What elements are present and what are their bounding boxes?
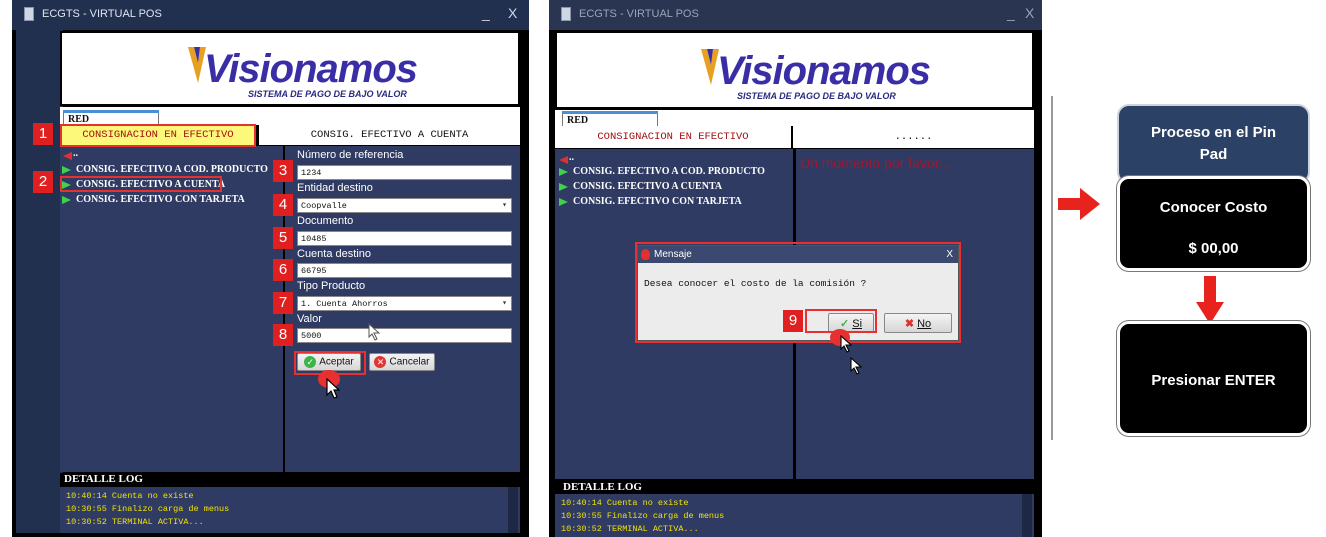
log-line: 10:40:14 Cuenta no existe	[66, 491, 194, 501]
tab-strip: RED COOPCENTRAL	[555, 110, 1034, 137]
pinpad-cost-title: Conocer Costo	[1159, 199, 1268, 216]
logo-tagline: SISTEMA DE PAGO DE BAJO VALOR	[737, 91, 896, 101]
logo-tagline: SISTEMA DE PAGO DE BAJO VALOR	[248, 89, 407, 99]
step-badge-1: 1	[33, 123, 53, 145]
green-arrow-icon	[559, 167, 568, 176]
section-header-left: CONSIGNACION EN EFECTIVO	[555, 126, 791, 148]
window-title: ECGTS - VIRTUAL POS	[42, 8, 162, 20]
menu-item-cod-producto[interactable]: CONSIG. EFECTIVO A COD. PRODUCTO	[62, 164, 268, 175]
back-arrow-icon[interactable]	[559, 156, 568, 164]
highlight-menu-cuenta	[60, 176, 222, 192]
log-line: 10:30:55 Finalizo carga de menus	[561, 511, 725, 521]
menu-back[interactable]: ..	[73, 148, 78, 159]
mouse-cursor-icon	[368, 323, 380, 341]
step-badge-3: 3	[273, 160, 293, 182]
tab-strip: RED COOPCENTRAL	[60, 107, 520, 136]
pinpad-cost-screen: Conocer Costo $ 00,00	[1117, 176, 1310, 271]
menu-item-tarjeta[interactable]: CONSIG. EFECTIVO CON TARJETA	[559, 196, 742, 207]
window-title: ECGTS - VIRTUAL POS	[579, 8, 699, 20]
entity-label: Entidad destino	[297, 182, 373, 194]
step-badge-2: 2	[33, 171, 53, 193]
tab-red-coopcentral[interactable]: RED COOPCENTRAL	[63, 110, 159, 136]
mouse-cursor-icon	[840, 335, 852, 353]
ref-input[interactable]: 1234	[297, 165, 512, 180]
account-input[interactable]: 66795	[297, 263, 512, 278]
highlight-header	[60, 124, 256, 147]
doc-label: Documento	[297, 215, 354, 227]
log-line: 10:30:52 TERMINAL ACTIVA...	[561, 524, 699, 534]
window-titlebar[interactable]: ECGTS - VIRTUAL POS _ X	[12, 0, 529, 30]
step-badge-5: 5	[273, 227, 293, 249]
log-scrollbar[interactable]	[508, 487, 518, 533]
log-scrollbar[interactable]	[1022, 494, 1032, 537]
ref-label: Número de referencia	[297, 149, 404, 161]
flow-arrow-right-icon	[1058, 188, 1100, 220]
step-badge-7: 7	[273, 292, 293, 314]
section-header-right: ......	[793, 126, 1034, 148]
entity-select[interactable]: Coopvalle	[297, 198, 512, 213]
pos-window-1: ECGTS - VIRTUAL POS _ X Visionamos SISTE…	[12, 0, 529, 537]
product-select[interactable]: 1. Cuenta Ahorros	[297, 296, 512, 311]
account-label: Cuenta destino	[297, 248, 371, 260]
pinpad-enter-text: Presionar ENTER	[1151, 372, 1276, 389]
mouse-cursor-icon	[850, 357, 862, 375]
menu-back[interactable]: ..	[569, 152, 574, 163]
step-badge-9: 9	[783, 310, 803, 332]
doc-input[interactable]: 10485	[297, 231, 512, 246]
step-badge-8: 8	[273, 324, 293, 346]
divider-line	[1051, 96, 1053, 440]
back-arrow-icon[interactable]	[63, 152, 72, 160]
product-label: Tipo Producto	[297, 280, 366, 292]
amount-label: Valor	[297, 313, 322, 325]
form-panel: Número de referencia 1234 Entidad destin…	[285, 146, 520, 472]
log-area: 10:40:14 Cuenta no existe 10:30:55 Final…	[60, 487, 520, 533]
green-arrow-icon	[559, 182, 568, 191]
section-header-right: CONSIG. EFECTIVO A CUENTA	[259, 125, 520, 145]
logo-brand: Visionamos	[717, 49, 931, 93]
step-badge-4: 4	[273, 194, 293, 216]
cancel-icon: ✕	[374, 356, 387, 368]
left-sidebar	[16, 30, 63, 533]
pinpad-header: Proceso en el Pin Pad	[1117, 104, 1310, 184]
pinpad-header-text: Proceso en el Pin Pad	[1150, 124, 1277, 163]
cancel-button[interactable]: ✕ Cancelar	[369, 353, 435, 371]
menu-item-cuenta[interactable]: CONSIG. EFECTIVO A CUENTA	[559, 181, 722, 192]
mouse-cursor-icon	[326, 378, 340, 399]
window-titlebar[interactable]: ECGTS - VIRTUAL POS _ X	[549, 0, 1042, 30]
step-badge-6: 6	[273, 259, 293, 281]
pinpad-enter-screen: Presionar ENTER	[1117, 321, 1310, 436]
pinpad-cost-value: $ 00,00	[1188, 240, 1239, 257]
close-button[interactable]: X	[1025, 5, 1034, 21]
tab-red-coopcentral[interactable]: RED COOPCENTRAL	[562, 111, 658, 137]
minimize-button[interactable]: _	[482, 5, 490, 21]
menu-panel: .. CONSIG. EFECTIVO A COD. PRODUCTO CONS…	[60, 146, 283, 472]
app-icon	[561, 7, 571, 21]
wait-message: Un momento por favor...	[800, 155, 951, 171]
green-arrow-icon	[62, 165, 71, 174]
log-line: 10:30:55 Finalizo carga de menus	[66, 504, 230, 514]
log-area: 10:40:14 Cuenta no existe 10:30:55 Final…	[555, 494, 1034, 537]
log-title: DETALLE LOG	[60, 473, 520, 487]
minimize-button[interactable]: _	[1007, 5, 1015, 21]
close-button[interactable]: X	[508, 5, 517, 21]
logo-brand: Visionamos	[204, 47, 418, 91]
green-arrow-icon	[62, 195, 71, 204]
amount-input[interactable]: 5000	[297, 328, 512, 343]
log-title: DETALLE LOG	[555, 481, 1034, 494]
flow-arrow-down-icon	[1196, 276, 1224, 324]
menu-item-tarjeta[interactable]: CONSIG. EFECTIVO CON TARJETA	[62, 194, 245, 205]
logo-banner: Visionamos SISTEMA DE PAGO DE BAJO VALOR	[555, 31, 1034, 109]
menu-item-cod-producto[interactable]: CONSIG. EFECTIVO A COD. PRODUCTO	[559, 166, 765, 177]
log-line: 10:40:14 Cuenta no existe	[561, 498, 689, 508]
green-arrow-icon	[559, 197, 568, 206]
app-icon	[24, 7, 34, 21]
log-line: 10:30:52 TERMINAL ACTIVA...	[66, 517, 204, 527]
logo-banner: Visionamos SISTEMA DE PAGO DE BAJO VALOR	[60, 31, 520, 106]
